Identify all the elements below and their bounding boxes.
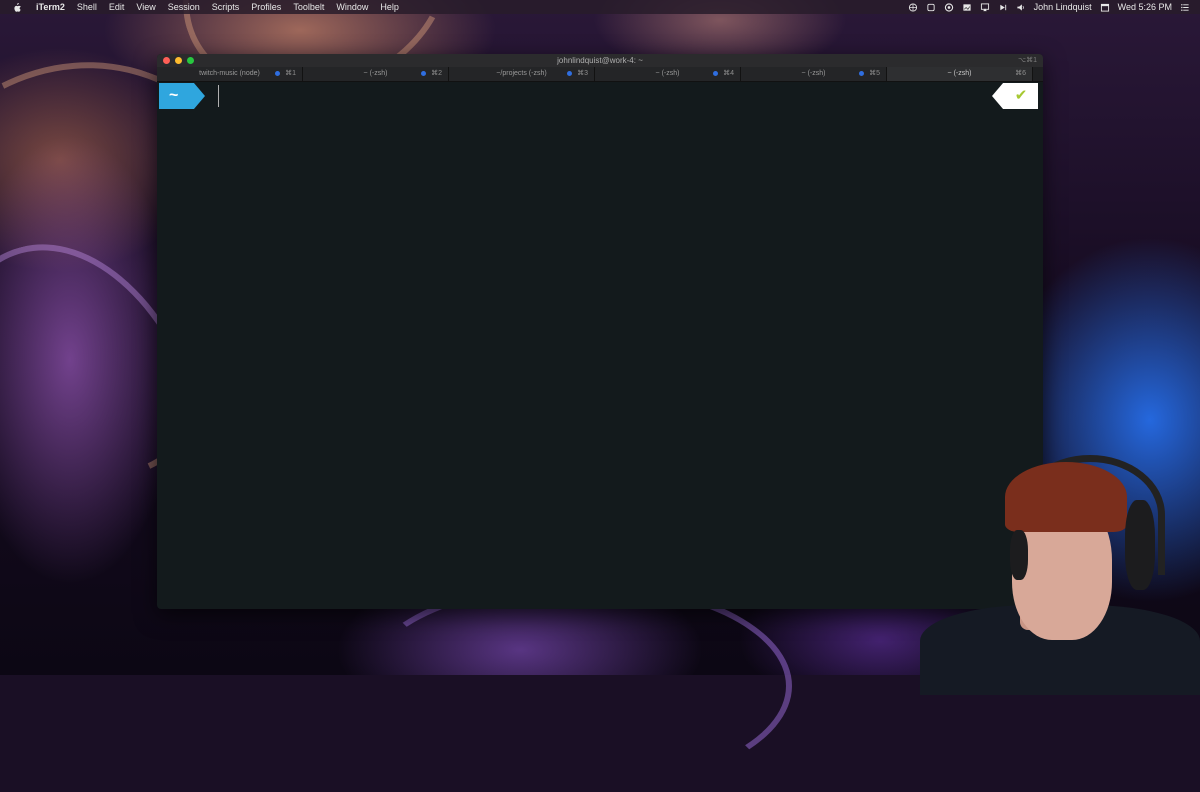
activity-dot-icon bbox=[713, 71, 718, 76]
zoom-button[interactable] bbox=[187, 57, 194, 64]
terminal-window: johnlindquist@work-4: ~ ⌥⌘1 twitch-music… bbox=[157, 54, 1043, 609]
play-icon[interactable] bbox=[998, 3, 1008, 12]
tab-shortcut: ⌘6 bbox=[1015, 70, 1026, 77]
tab-1[interactable]: twitch-music (node) ⌘1 bbox=[157, 67, 303, 81]
app-menu[interactable]: iTerm2 bbox=[30, 0, 71, 14]
menu-list-icon[interactable] bbox=[1180, 3, 1190, 12]
beanie-hat bbox=[1005, 462, 1127, 532]
text-cursor bbox=[218, 85, 219, 107]
tab-shortcut: ⌘2 bbox=[431, 70, 442, 77]
menu-session[interactable]: Session bbox=[162, 0, 206, 14]
tab-3[interactable]: ~/projects (-zsh) ⌘3 bbox=[449, 67, 595, 81]
tab-5[interactable]: ~ (-zsh) ⌘5 bbox=[741, 67, 887, 81]
airplay-icon[interactable] bbox=[980, 2, 990, 12]
calendar-icon[interactable] bbox=[1100, 3, 1110, 12]
title-bar[interactable]: johnlindquist@work-4: ~ ⌥⌘1 bbox=[157, 54, 1043, 67]
activity-dot-icon bbox=[275, 71, 280, 76]
close-button[interactable] bbox=[163, 57, 170, 64]
tab-label: ~ (-zsh) bbox=[801, 70, 826, 77]
status-check-icon: ✔ bbox=[992, 83, 1038, 109]
tab-label: ~ (-zsh) bbox=[655, 70, 680, 77]
tab-bar: twitch-music (node) ⌘1 ~ (-zsh) ⌘2 ~/pro… bbox=[157, 67, 1043, 82]
activity-dot-icon bbox=[859, 71, 864, 76]
headphone-left bbox=[1010, 530, 1028, 580]
screen-icon[interactable] bbox=[962, 3, 972, 12]
prompt-segment: ~ bbox=[159, 83, 205, 109]
volume-icon[interactable] bbox=[1016, 3, 1026, 12]
menu-edit[interactable]: Edit bbox=[103, 0, 131, 14]
activity-dot-icon bbox=[567, 71, 572, 76]
tab-shortcut: ⌘3 bbox=[577, 70, 588, 77]
tab-bar-end bbox=[1033, 67, 1043, 81]
tab-2[interactable]: ~ (-zsh) ⌘2 bbox=[303, 67, 449, 81]
user-name[interactable]: John Lindquist bbox=[1034, 0, 1092, 14]
tab-shortcut: ⌘1 bbox=[285, 70, 296, 77]
menu-help[interactable]: Help bbox=[374, 0, 405, 14]
traffic-lights bbox=[163, 57, 194, 64]
window-shortcut: ⌥⌘1 bbox=[1018, 57, 1037, 64]
menu-window[interactable]: Window bbox=[330, 0, 374, 14]
activity-dot-icon bbox=[421, 71, 426, 76]
menu-shell[interactable]: Shell bbox=[71, 0, 103, 14]
minimize-button[interactable] bbox=[175, 57, 182, 64]
headphone-right bbox=[1125, 500, 1155, 590]
tab-4[interactable]: ~ (-zsh) ⌘4 bbox=[595, 67, 741, 81]
webcam-overlay bbox=[920, 440, 1200, 695]
tab-label: ~ (-zsh) bbox=[947, 70, 972, 77]
globe-icon[interactable] bbox=[908, 2, 918, 12]
tab-label: ~/projects (-zsh) bbox=[496, 70, 547, 77]
tab-label: twitch-music (node) bbox=[199, 70, 260, 77]
creative-cloud-icon[interactable] bbox=[944, 2, 954, 12]
square-icon[interactable] bbox=[926, 3, 936, 12]
tab-shortcut: ⌘4 bbox=[723, 70, 734, 77]
tab-label: ~ (-zsh) bbox=[363, 70, 388, 77]
menu-bar: iTerm2 Shell Edit View Session Scripts P… bbox=[0, 0, 1200, 14]
menu-view[interactable]: View bbox=[130, 0, 161, 14]
terminal-body[interactable]: ~ ✔ bbox=[157, 81, 1043, 609]
tab-shortcut: ⌘5 bbox=[869, 70, 880, 77]
clock[interactable]: Wed 5:26 PM bbox=[1118, 0, 1172, 14]
tab-6[interactable]: ~ (-zsh) ⌘6 bbox=[887, 67, 1033, 81]
wallpaper-swirl bbox=[360, 580, 792, 792]
window-title: johnlindquist@work-4: ~ bbox=[557, 56, 643, 65]
menu-toolbelt[interactable]: Toolbelt bbox=[287, 0, 330, 14]
apple-logo-icon[interactable] bbox=[12, 2, 22, 12]
menu-profiles[interactable]: Profiles bbox=[245, 0, 287, 14]
menu-scripts[interactable]: Scripts bbox=[206, 0, 246, 14]
